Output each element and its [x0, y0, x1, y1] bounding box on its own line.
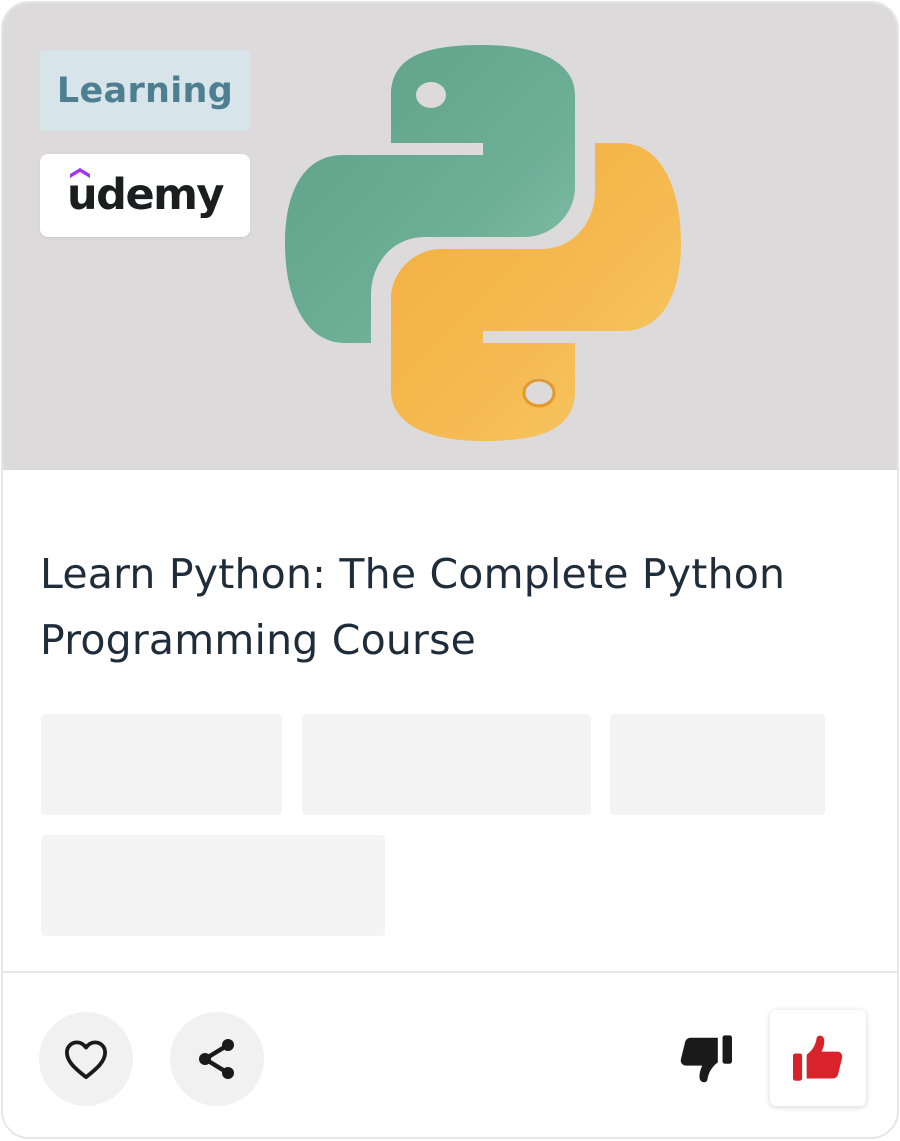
udemy-logo: udemy	[67, 168, 224, 220]
footer-divider	[3, 971, 897, 973]
skeleton-placeholder	[302, 714, 591, 815]
skeleton-placeholder	[41, 835, 385, 936]
udemy-cap-icon	[70, 168, 91, 178]
favorite-button[interactable]	[39, 1012, 133, 1106]
skeleton-placeholder	[41, 714, 282, 815]
dislike-button[interactable]	[668, 1021, 744, 1097]
course-hero-image: Learning udemy	[3, 3, 897, 470]
python-logo-icon	[285, 45, 681, 441]
share-icon	[199, 1039, 234, 1079]
category-badge-label: Learning	[56, 70, 234, 111]
thumbs-up-icon	[793, 1035, 843, 1081]
provider-badge: udemy	[40, 154, 250, 237]
provider-name: udemy	[67, 170, 224, 220]
heart-icon	[65, 1040, 107, 1080]
course-title[interactable]: Learn Python: The Complete Python Progra…	[40, 541, 860, 673]
category-badge: Learning	[40, 50, 250, 131]
share-button[interactable]	[170, 1012, 264, 1106]
like-button[interactable]	[770, 1010, 866, 1106]
skeleton-placeholder	[610, 714, 825, 815]
course-card[interactable]: Learning udemy Learn Python: The Complet…	[1, 1, 899, 1139]
thumbs-down-icon	[680, 1035, 732, 1083]
